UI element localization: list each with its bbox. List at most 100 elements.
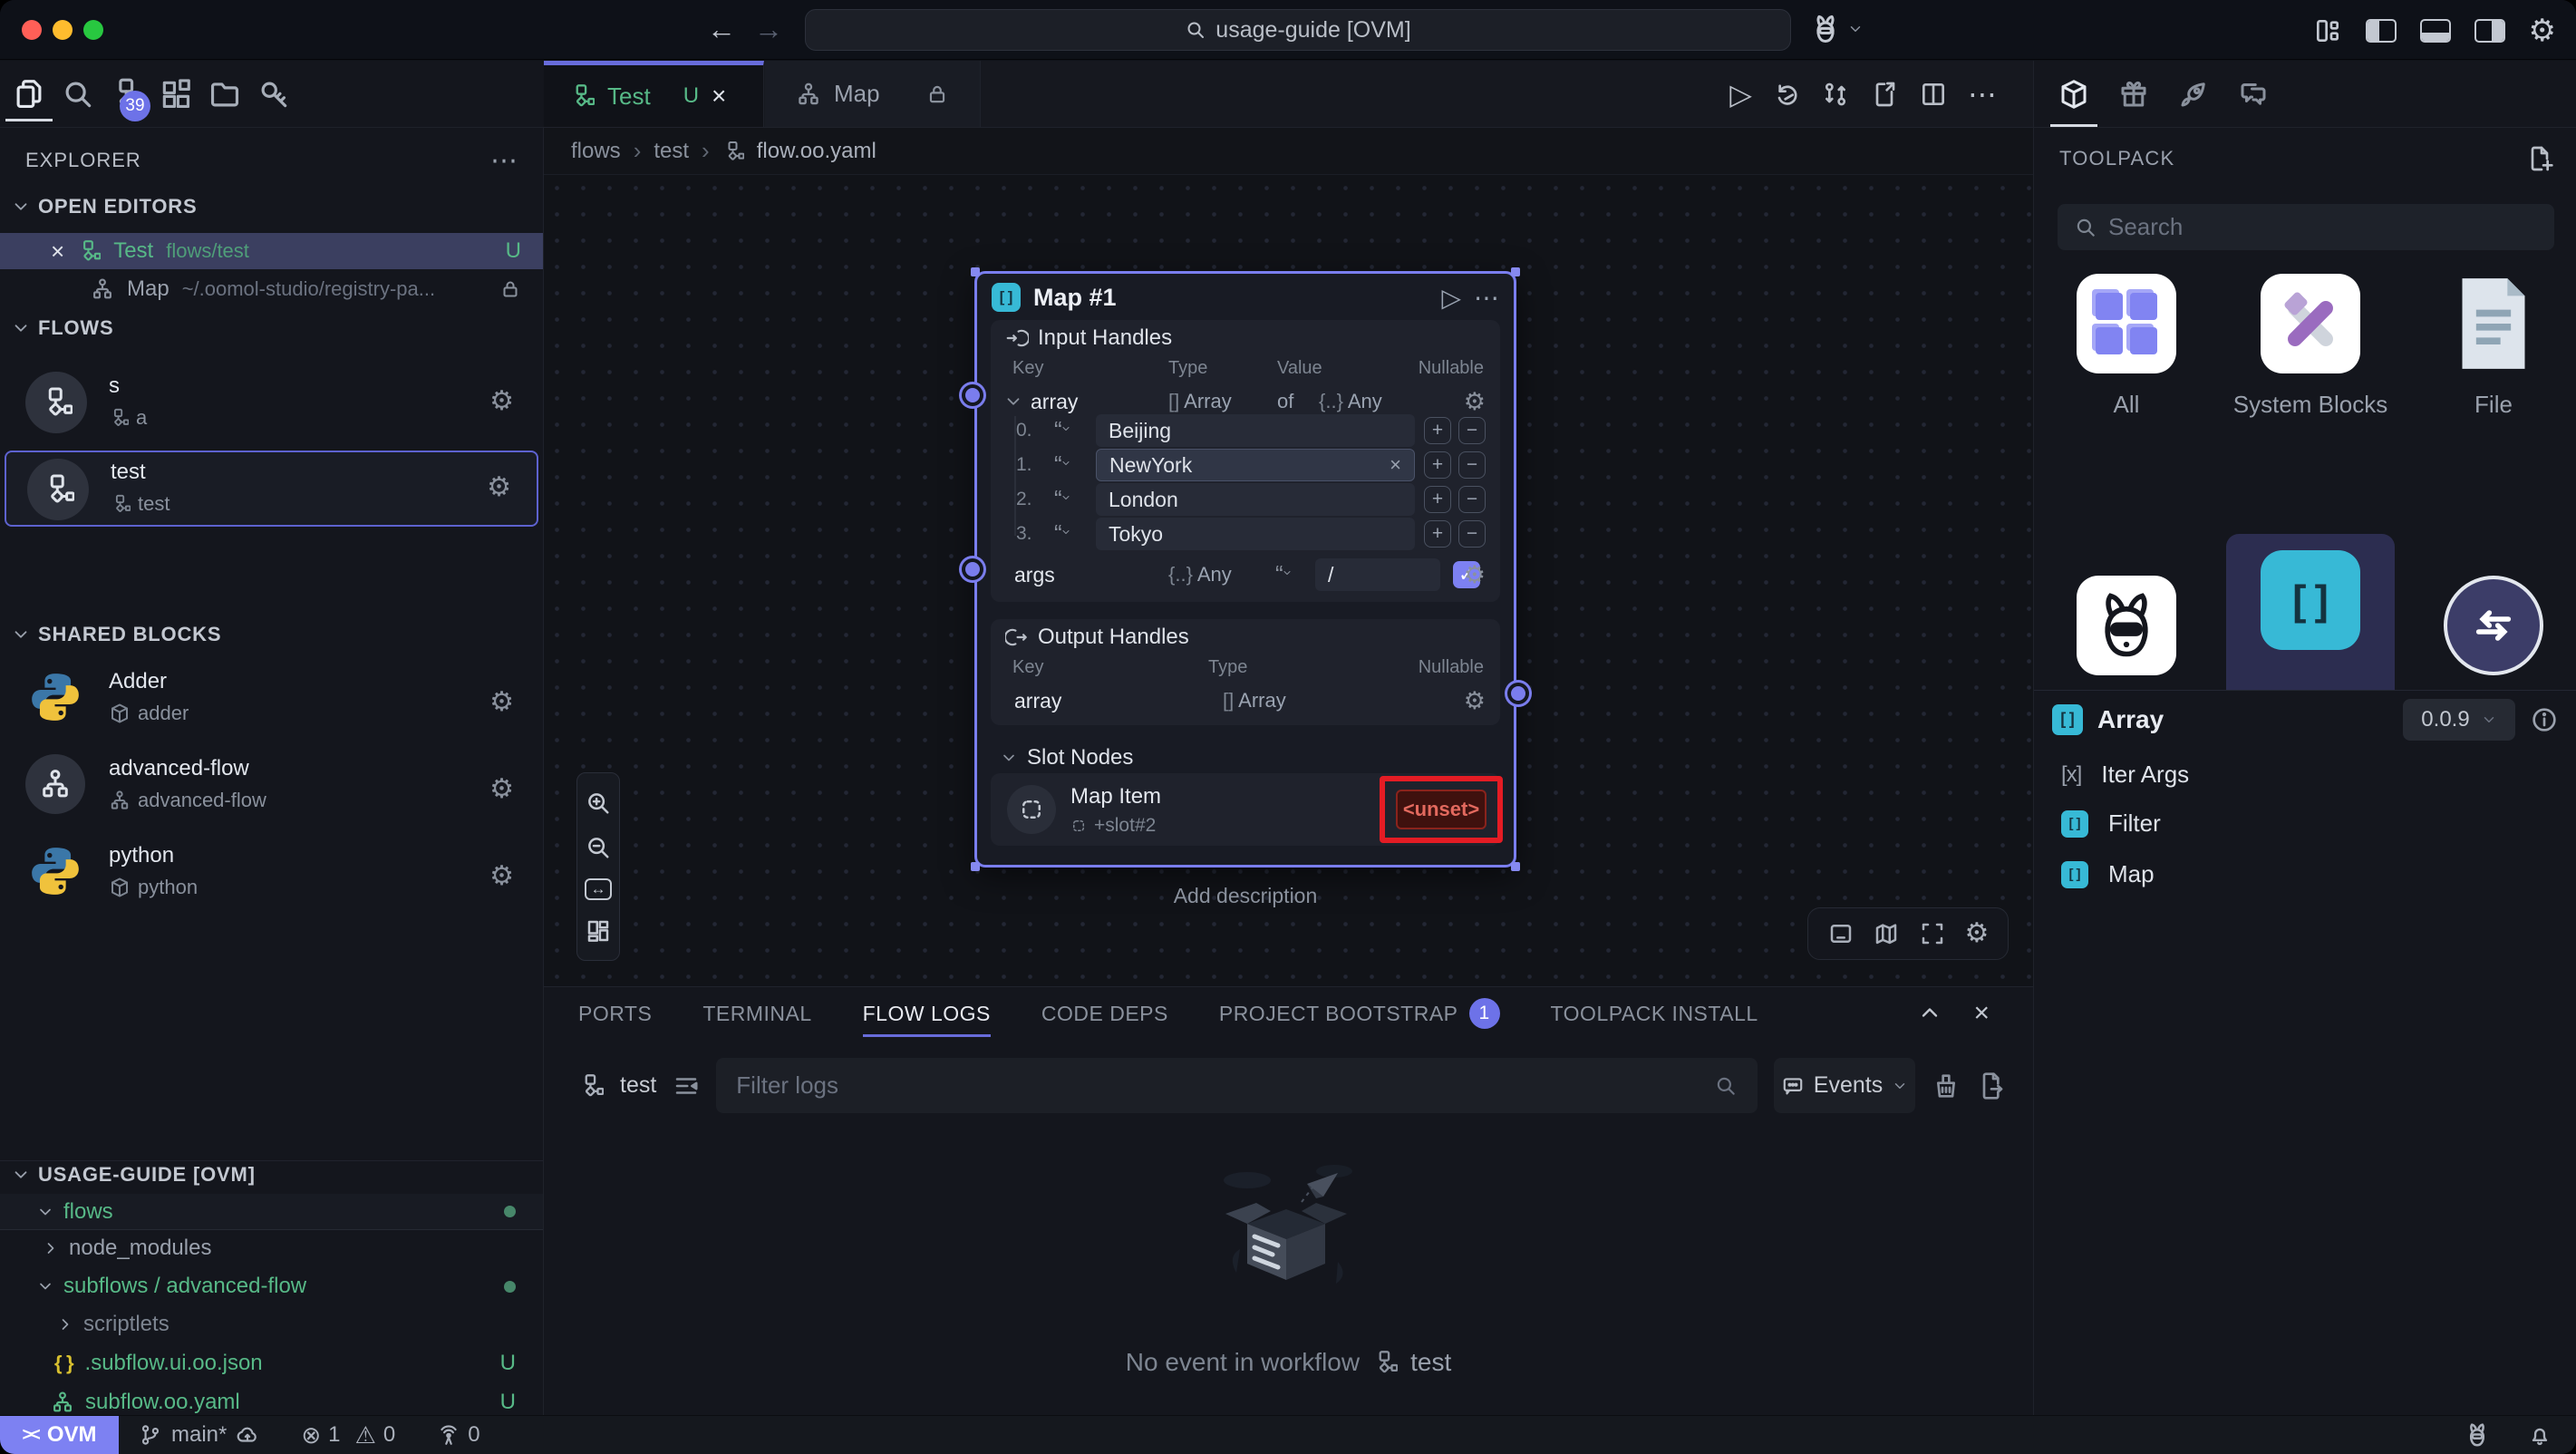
export-file-icon[interactable]	[1870, 80, 1899, 109]
shared-blocks-header[interactable]: SHARED BLOCKS	[11, 623, 221, 646]
block-item-filter[interactable]: [ ] Filter	[2061, 809, 2161, 838]
filter-logs-inputbox[interactable]	[716, 1058, 1758, 1113]
tab-map[interactable]: Map	[765, 61, 981, 127]
add-item-icon[interactable]: +	[1424, 451, 1451, 479]
customize-layout-icon[interactable]	[2313, 16, 2342, 45]
output-row-array[interactable]: array [] Array ⚙	[1003, 686, 1486, 715]
map-node[interactable]: [ ] Map #1 ▷ ⋯ Input Handles Key Type Va…	[974, 271, 1516, 868]
category-system-blocks-icon[interactable]	[2261, 274, 2360, 373]
unset-slot-button[interactable]: <unset>	[1396, 790, 1487, 829]
settings-gear-icon[interactable]: ⚙	[2529, 15, 2556, 46]
shared-block-advanced-flow[interactable]: advanced-flow advanced-flow ⚙	[0, 745, 543, 825]
new-toolpack-icon[interactable]	[2525, 144, 2554, 173]
slot-node-row[interactable]: Map Item +slot#2 <unset>	[991, 773, 1500, 846]
array-item-value[interactable]: Tokyo	[1096, 518, 1415, 550]
add-item-icon[interactable]: +	[1424, 417, 1451, 444]
category-array-tile-selected[interactable]: [ ]	[2226, 534, 2395, 690]
block-item-iter-args[interactable]: [x] Iter Args	[2061, 761, 2189, 789]
minimize-window-button[interactable]	[53, 20, 73, 40]
category-file-icon[interactable]	[2444, 274, 2543, 373]
remove-item-icon[interactable]: −	[1458, 417, 1486, 444]
tab-flow-logs[interactable]: FLOW LOGS	[863, 1002, 991, 1026]
run-node-icon[interactable]: ▷	[1441, 283, 1461, 313]
forward-icon[interactable]: →	[754, 13, 783, 46]
category-transform-icon[interactable]	[2444, 576, 2543, 675]
zoom-out-icon[interactable]	[585, 834, 612, 861]
tree-item-scriptlets[interactable]: scriptlets	[0, 1306, 543, 1343]
category-llm-icon[interactable]	[2077, 576, 2176, 675]
collapse-panel-icon[interactable]	[1917, 1000, 1942, 1025]
sync-cloud-icon[interactable]	[236, 1423, 259, 1447]
category-file-label[interactable]: File	[2409, 388, 2576, 421]
input-handle-args-port[interactable]	[965, 562, 980, 577]
handle-settings-gear-icon[interactable]: ⚙	[1464, 689, 1486, 713]
activity-search-button[interactable]	[58, 67, 98, 121]
node-menu-icon[interactable]: ⋯	[1474, 283, 1499, 313]
args-value-input[interactable]: /	[1315, 558, 1440, 591]
log-level-filter-icon[interactable]	[673, 1072, 700, 1100]
panel-tab-blocks[interactable]	[2058, 78, 2090, 111]
output-handle-array-port[interactable]	[1511, 686, 1525, 701]
flow-settings-gear-icon[interactable]: ⚙	[487, 474, 511, 501]
tab-toolpack-install[interactable]: TOOLPACK INSTALL	[1551, 1002, 1758, 1026]
tab-code-deps[interactable]: CODE DEPS	[1041, 1002, 1168, 1026]
remove-item-icon[interactable]: −	[1458, 451, 1486, 479]
close-window-button[interactable]	[22, 20, 42, 40]
compare-changes-icon[interactable]	[1821, 80, 1850, 109]
block-settings-gear-icon[interactable]: ⚙	[489, 689, 514, 716]
run-flow-icon[interactable]: ▷	[1729, 77, 1752, 111]
tab-project-bootstrap[interactable]: PROJECT BOOTSTRAP1	[1219, 998, 1500, 1029]
split-editor-icon[interactable]	[1919, 80, 1948, 109]
string-type-icon[interactable]: “	[1054, 458, 1071, 472]
handle-settings-gear-icon[interactable]: ⚙	[1464, 390, 1486, 414]
fit-view-icon[interactable]	[1919, 920, 1946, 947]
ports-status[interactable]: 0	[437, 1422, 479, 1448]
string-type-icon[interactable]: “	[1275, 567, 1293, 582]
tree-item-subflow-ui-json[interactable]: { } .subflow.ui.oo.json U	[0, 1345, 543, 1381]
events-filter-dropdown[interactable]: Events	[1774, 1058, 1915, 1113]
tree-item-subflows[interactable]: subflows / advanced-flow	[0, 1268, 543, 1304]
array-item-value[interactable]: London	[1096, 483, 1415, 516]
fit-width-icon[interactable]: ↔	[585, 878, 612, 900]
open-editor-item-map[interactable]: Map ~/.oomol-studio/registry-pa...	[0, 271, 543, 307]
activity-secrets-button[interactable]	[254, 67, 294, 121]
toggle-left-sidebar-icon[interactable]	[2366, 19, 2397, 43]
input-handle-array-port[interactable]	[965, 388, 980, 402]
close-icon[interactable]: ×	[51, 237, 64, 266]
string-type-icon[interactable]: “	[1054, 423, 1071, 438]
add-item-icon[interactable]: +	[1424, 520, 1451, 548]
slot-nodes-header[interactable]: Slot Nodes	[1000, 745, 1133, 771]
toolpack-search-input[interactable]	[2108, 213, 2538, 241]
auto-layout-icon[interactable]	[585, 917, 612, 945]
clear-value-icon[interactable]: ×	[1390, 453, 1401, 477]
flow-settings-gear-icon[interactable]: ⚙	[489, 388, 514, 415]
project-tree-header[interactable]: USAGE-GUIDE [OVM]	[11, 1163, 256, 1187]
flow-canvas[interactable]: [ ] Map #1 ▷ ⋯ Input Handles Key Type Va…	[544, 175, 2033, 986]
activity-flows-button[interactable]: 39	[107, 67, 147, 121]
explorer-more-icon[interactable]: ⋯	[490, 145, 518, 177]
add-item-icon[interactable]: +	[1424, 486, 1451, 513]
string-type-icon[interactable]: “	[1054, 492, 1071, 507]
input-row-args[interactable]: args {..} Any “ / ✓ ⚙	[1003, 557, 1486, 592]
toggle-bottom-panel-icon[interactable]	[2420, 19, 2451, 43]
tab-ports[interactable]: PORTS	[578, 1002, 652, 1026]
filter-logs-input[interactable]	[736, 1071, 1714, 1100]
rocket-icon[interactable]	[2177, 78, 2210, 111]
bell-icon[interactable]	[2527, 1422, 2552, 1448]
shared-block-python[interactable]: python python ⚙	[0, 832, 543, 912]
category-all-label[interactable]: All	[2042, 388, 2211, 421]
activity-blocks-button[interactable]	[156, 67, 196, 121]
category-system-blocks-label[interactable]: System Blocks	[2226, 388, 2395, 421]
close-panel-icon[interactable]: ×	[1973, 998, 1990, 1029]
breadcrumb-test[interactable]: test	[654, 139, 689, 164]
breadcrumb-file[interactable]: flow.oo.yaml	[757, 139, 876, 164]
handle-settings-gear-icon[interactable]: ⚙	[1464, 563, 1486, 587]
toggle-panel-icon[interactable]	[1827, 920, 1855, 947]
more-actions-icon[interactable]: ⋯	[1968, 77, 1997, 111]
shared-block-adder[interactable]: Adder adder ⚙	[0, 658, 543, 738]
remove-item-icon[interactable]: −	[1458, 520, 1486, 548]
clear-logs-icon[interactable]	[1932, 1071, 1961, 1100]
block-item-map[interactable]: [ ] Map	[2061, 860, 2155, 888]
open-editor-item-test[interactable]: × Test flows/test U	[0, 233, 543, 269]
input-row-array[interactable]: array [] Array of {..} Any ⚙	[1003, 387, 1486, 416]
